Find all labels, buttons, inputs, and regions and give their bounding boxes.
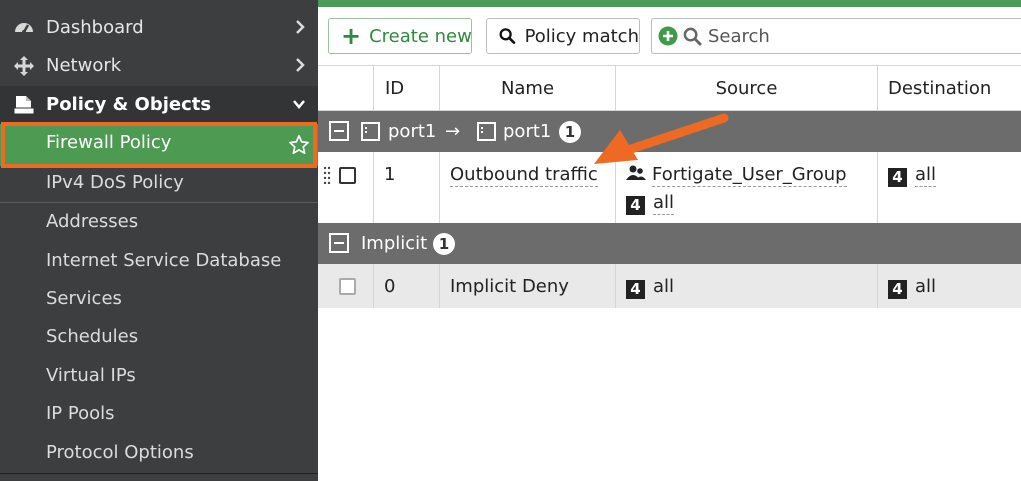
policy-group-header[interactable]: port1 → port1 1 [318,111,1021,152]
sidebar-item-label: Protocol Options [46,442,194,463]
column-header-source[interactable]: Source [615,66,877,111]
sidebar-item-label: Services [46,288,122,309]
destination-entry[interactable]: 4 all [888,276,936,299]
sidebar-item-internet-service-database[interactable]: Internet Service Database [0,242,318,280]
policy-name: Implicit Deny [450,276,569,297]
destination-entry[interactable]: 4 all [888,164,937,187]
sidebar-item-services[interactable]: Services [0,280,318,318]
name-cell: Implicit Deny [439,264,615,308]
sidebar-item-label: Schedules [46,326,139,347]
sidebar-item-schedules[interactable]: Schedules [0,318,318,356]
sidebar-item-ip-pools[interactable]: IP Pools [0,395,318,433]
search-input[interactable] [708,25,988,47]
sidebar-item-virtual-ips[interactable]: Virtual IPs [0,357,318,395]
sidebar-item-protocol-options[interactable]: Protocol Options [0,434,318,472]
row-checkbox[interactable] [339,278,356,295]
table-row[interactable]: 1 Outbound traffic Fortigate_User_Group … [318,152,1021,223]
policy-name-link[interactable]: Outbound traffic [450,164,598,187]
policy-match-button[interactable]: Policy match [486,18,640,54]
drag-handle-icon[interactable] [323,166,331,184]
group-to-interface: port1 [503,121,552,142]
sidebar-item-label: Firewall Policy [46,132,172,153]
toolbar: + Create new Policy match [318,7,1021,65]
sidebar-divider [0,473,318,474]
sidebar-item-label: IP Pools [46,403,115,424]
policy-match-label: Policy match [524,25,639,47]
create-new-button[interactable]: + Create new [328,18,472,54]
source-entry[interactable]: Fortigate_User_Group [626,164,847,187]
source-cell: Fortigate_User_Group 4 all [615,152,877,223]
port-icon [477,122,496,141]
sidebar-item-firewall-policy[interactable]: Firewall Policy [0,124,318,166]
id-cell: 1 [373,152,439,223]
add-filter-icon[interactable] [658,26,678,46]
group-arrow: → [445,121,461,142]
create-new-label: Create new [369,25,472,47]
group-label: Implicit [361,233,428,254]
sidebar-item-label: Dashboard [46,17,144,38]
column-header-select [318,66,373,111]
header-accent-bar [318,0,1021,7]
main-content: + Create new Policy match Search ID Name… [318,0,1021,481]
sidebar-group-label: Policy & Objects [46,94,212,115]
address-icon: 4 [626,196,645,215]
plus-icon: + [341,22,362,50]
id-cell: 0 [373,264,439,308]
sidebar: Dashboard Network Policy & Objects Firew… [0,0,318,481]
search-icon [683,27,702,46]
column-header-name[interactable]: Name [439,66,615,111]
address-icon: 4 [888,168,907,187]
row-checkbox[interactable] [339,167,356,184]
policy-objects-icon [13,96,35,115]
sidebar-item-dashboard[interactable]: Dashboard [0,9,318,47]
chevron-down-icon [293,100,305,109]
sidebar-item-label: Virtual IPs [46,365,136,386]
favorite-star-icon[interactable] [288,134,310,156]
network-move-icon [14,56,34,76]
source-cell: 4 all [615,264,877,308]
sidebar-item-label: Network [46,55,122,76]
address-icon: 4 [888,280,907,299]
chevron-right-icon [296,58,305,72]
table-row[interactable]: 0 Implicit Deny 4 all 4 all [318,264,1021,308]
address-icon: 4 [626,280,645,299]
search-box[interactable] [651,18,1021,54]
name-cell: Outbound traffic [439,152,615,223]
search-icon [499,28,516,44]
sidebar-item-label: IPv4 DoS Policy [46,172,184,193]
sidebar-group-policy-objects[interactable]: Policy & Objects [0,86,318,124]
collapse-icon[interactable] [329,233,349,253]
column-header-id[interactable]: ID [373,66,439,111]
dashboard-icon [15,23,33,34]
collapse-icon[interactable] [329,121,349,141]
port-icon [361,122,380,141]
policy-group-header[interactable]: Implicit 1 [318,223,1021,264]
group-from-interface: port1 [388,121,437,142]
source-entry[interactable]: 4 all [626,192,675,215]
chevron-right-icon [296,20,305,34]
count-badge: 1 [433,233,455,255]
sidebar-item-network[interactable]: Network [0,47,318,85]
column-header-destination[interactable]: Destination [877,66,1021,111]
source-entry[interactable]: 4 all [626,276,674,299]
sidebar-item-label: Addresses [46,211,139,232]
count-badge: 1 [559,121,581,143]
destination-cell: 4 all [877,152,1021,223]
sidebar-item-addresses[interactable]: Addresses [0,203,318,241]
sidebar-item-label: Internet Service Database [46,250,282,271]
table-header: ID Name Source Destination [318,65,1021,111]
user-group-icon [626,165,646,180]
sidebar-item-ipv4-dos-policy[interactable]: IPv4 DoS Policy [0,164,318,202]
destination-cell: 4 all [877,264,1021,308]
